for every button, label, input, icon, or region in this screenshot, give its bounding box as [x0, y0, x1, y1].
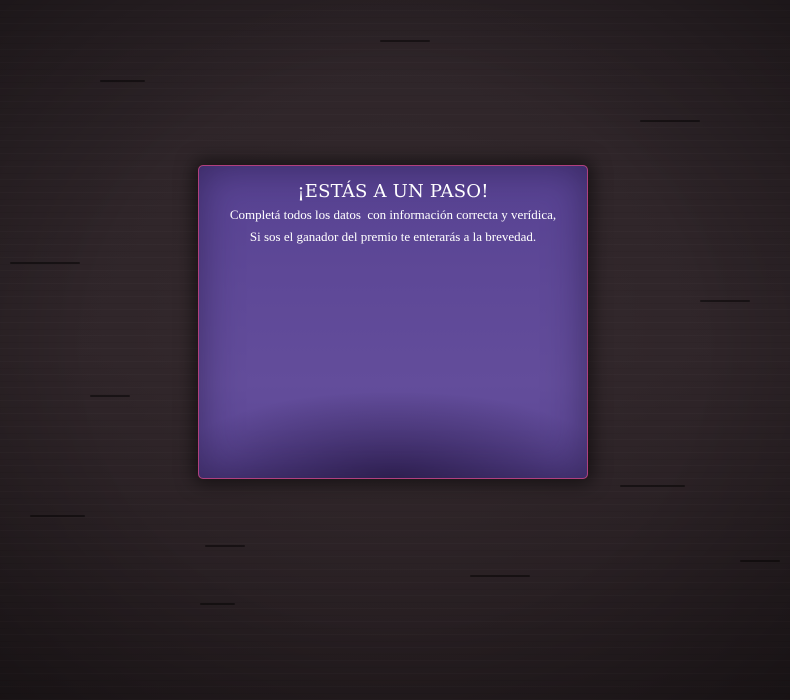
modal-instruction-text: Completá todos los datos con información…: [229, 207, 557, 222]
wood-grain-streak: [380, 40, 430, 42]
modal-panel: ¡ESTÁS A UN PASO! Completá todos los dat…: [198, 165, 588, 479]
wood-grain-streak: [90, 395, 130, 397]
wood-grain-streak: [620, 485, 685, 487]
wood-grain-streak: [700, 300, 750, 302]
modal-title: ¡ESTÁS A UN PASO!: [297, 181, 489, 202]
wood-grain-streak: [100, 80, 145, 82]
wood-grain-streak: [10, 262, 80, 264]
wood-grain-streak: [740, 560, 780, 562]
modal-winner-notice: Si sos el ganador del premio te enterará…: [249, 229, 537, 244]
wood-grain-streak: [200, 603, 235, 605]
wood-grain-streak: [30, 515, 85, 517]
wood-grain-streak: [205, 545, 245, 547]
wood-grain-streak: [640, 120, 700, 122]
wood-grain-streak: [470, 575, 530, 577]
